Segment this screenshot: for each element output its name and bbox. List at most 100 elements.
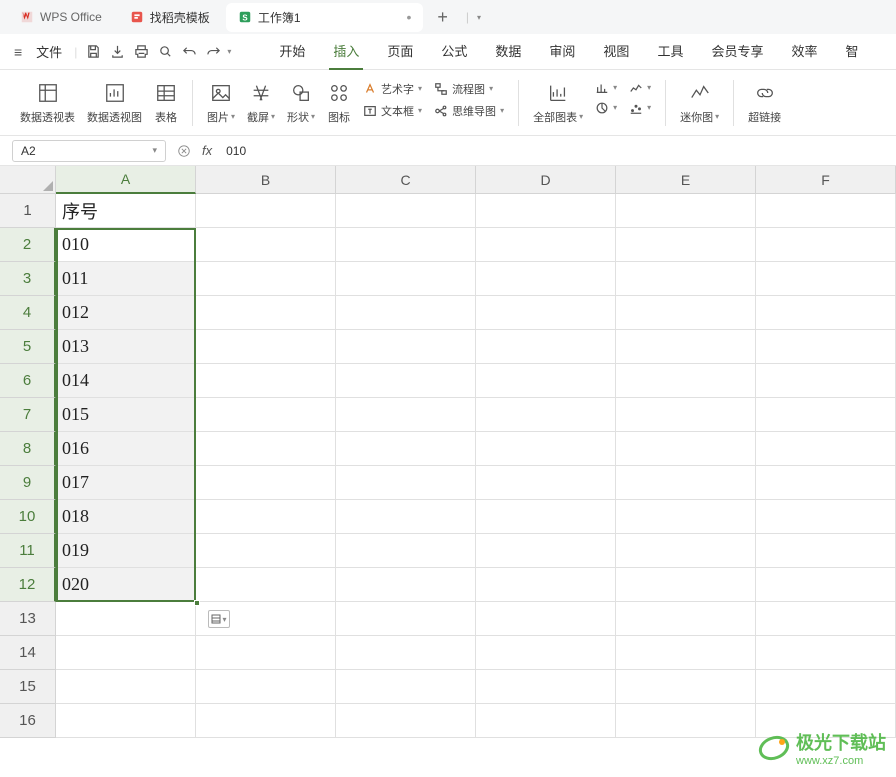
cell[interactable]	[476, 568, 616, 602]
cell[interactable]	[616, 670, 756, 704]
cell[interactable]	[616, 296, 756, 330]
export-icon[interactable]	[107, 42, 127, 62]
undo-icon[interactable]	[179, 42, 199, 62]
row-header[interactable]: 5	[0, 330, 56, 364]
cell[interactable]	[616, 602, 756, 636]
cell[interactable]	[756, 602, 896, 636]
fx-icon[interactable]: fx	[202, 143, 212, 158]
flowchart-button[interactable]: 流程图▾	[434, 81, 504, 97]
selection-handle[interactable]	[194, 600, 200, 606]
row-header[interactable]: 3	[0, 262, 56, 296]
cell[interactable]	[756, 568, 896, 602]
cell[interactable]	[616, 364, 756, 398]
tab-formula[interactable]: 公式	[437, 33, 471, 70]
pie-chart-button[interactable]: ▾	[595, 101, 617, 115]
cell[interactable]	[336, 194, 476, 228]
tab-page[interactable]: 页面	[383, 33, 417, 70]
cell[interactable]	[56, 602, 196, 636]
cell[interactable]	[616, 568, 756, 602]
line-chart-button[interactable]: ▾	[629, 81, 651, 95]
cell[interactable]	[336, 636, 476, 670]
all-charts-button[interactable]: 全部图表▾	[533, 81, 583, 125]
cell[interactable]	[616, 330, 756, 364]
col-header-A[interactable]: A	[56, 166, 196, 194]
cell[interactable]	[196, 466, 336, 500]
cell[interactable]	[756, 670, 896, 704]
cell[interactable]	[616, 636, 756, 670]
pivot-chart-button[interactable]: 数据透视图	[87, 81, 142, 125]
cell[interactable]	[616, 432, 756, 466]
cell[interactable]	[476, 636, 616, 670]
cell[interactable]	[196, 398, 336, 432]
app-tab-workbook[interactable]: S 工作簿1 •	[226, 3, 424, 32]
row-header[interactable]: 10	[0, 500, 56, 534]
name-box[interactable]: A2 ▾	[12, 140, 166, 162]
cell[interactable]: 017	[56, 466, 196, 500]
cell[interactable]	[756, 466, 896, 500]
row-header[interactable]: 8	[0, 432, 56, 466]
cell[interactable]	[616, 228, 756, 262]
cell[interactable]	[756, 262, 896, 296]
cell[interactable]	[476, 330, 616, 364]
cell[interactable]	[336, 466, 476, 500]
cell[interactable]: 010	[56, 228, 196, 262]
cell[interactable]: 011	[56, 262, 196, 296]
wordart-button[interactable]: 艺术字▾	[363, 81, 422, 97]
tab-review[interactable]: 审阅	[545, 33, 579, 70]
preview-icon[interactable]	[155, 42, 175, 62]
col-header-F[interactable]: F	[756, 166, 896, 194]
icon-button[interactable]: 图标	[327, 81, 351, 125]
cell[interactable]: 019	[56, 534, 196, 568]
cell[interactable]	[336, 534, 476, 568]
row-header[interactable]: 11	[0, 534, 56, 568]
cell[interactable]	[336, 500, 476, 534]
cell[interactable]	[196, 194, 336, 228]
row-header[interactable]: 6	[0, 364, 56, 398]
row-header[interactable]: 12	[0, 568, 56, 602]
tab-data[interactable]: 数据	[491, 33, 525, 70]
cell[interactable]	[196, 330, 336, 364]
screenshot-button[interactable]: 截屏▾	[247, 81, 275, 125]
col-header-B[interactable]: B	[196, 166, 336, 194]
row-header[interactable]: 9	[0, 466, 56, 500]
tab-list-dropdown[interactable]: ▾	[477, 13, 481, 22]
cell[interactable]	[476, 262, 616, 296]
pivot-table-button[interactable]: 数据透视表	[20, 81, 75, 125]
cell[interactable]: 014	[56, 364, 196, 398]
cell[interactable]	[476, 704, 616, 738]
tab-smart[interactable]: 智	[841, 33, 862, 70]
autofill-options-button[interactable]: ▾	[208, 610, 230, 628]
cell[interactable]	[336, 262, 476, 296]
tab-view[interactable]: 视图	[599, 33, 633, 70]
shape-button[interactable]: 形状▾	[287, 81, 315, 125]
cell[interactable]	[196, 432, 336, 466]
cell[interactable]	[756, 364, 896, 398]
cell[interactable]	[196, 534, 336, 568]
picture-button[interactable]: 图片▾	[207, 81, 235, 125]
cell[interactable]	[756, 296, 896, 330]
cell[interactable]	[476, 602, 616, 636]
cell[interactable]	[476, 466, 616, 500]
cell[interactable]	[336, 704, 476, 738]
cell[interactable]	[56, 704, 196, 738]
cell[interactable]	[476, 398, 616, 432]
tab-start[interactable]: 开始	[275, 33, 309, 70]
save-icon[interactable]	[83, 42, 103, 62]
cell[interactable]	[336, 296, 476, 330]
cell[interactable]	[336, 398, 476, 432]
cell[interactable]	[336, 670, 476, 704]
cell[interactable]	[476, 364, 616, 398]
cell[interactable]	[336, 568, 476, 602]
cell[interactable]	[756, 228, 896, 262]
tab-tools[interactable]: 工具	[653, 33, 687, 70]
qat-dropdown[interactable]: ▾	[227, 47, 231, 56]
cell[interactable]	[616, 500, 756, 534]
cell[interactable]	[756, 398, 896, 432]
row-header[interactable]: 2	[0, 228, 56, 262]
col-header-C[interactable]: C	[336, 166, 476, 194]
select-all-corner[interactable]	[0, 166, 56, 194]
cell[interactable]: 015	[56, 398, 196, 432]
row-header[interactable]: 7	[0, 398, 56, 432]
cell[interactable]	[616, 194, 756, 228]
cell[interactable]	[196, 364, 336, 398]
